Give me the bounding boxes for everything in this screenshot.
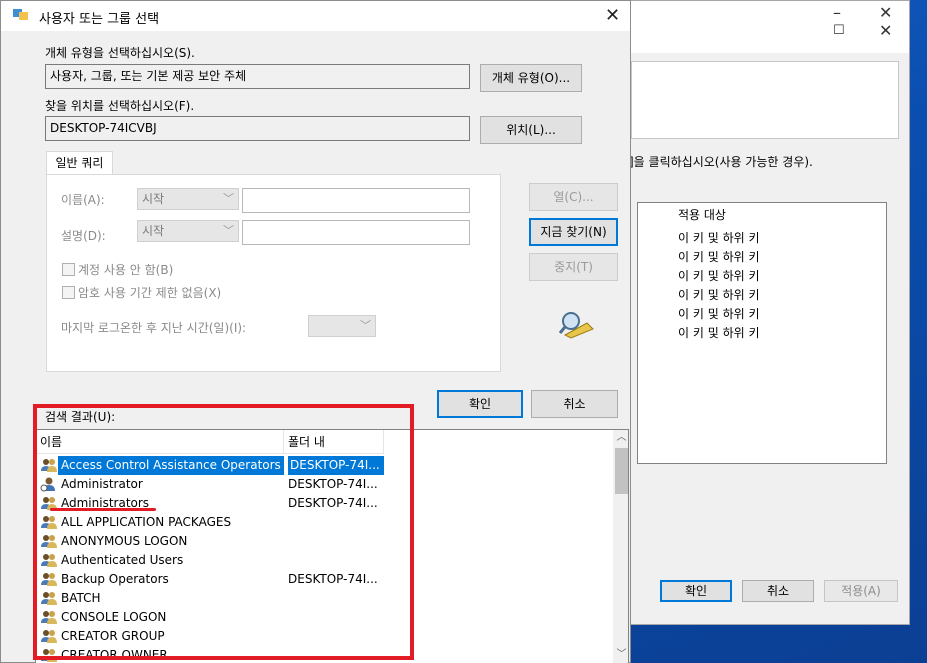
description-query-label: 설명(D): bbox=[61, 229, 106, 243]
background-window-titlebar bbox=[621, 1, 909, 53]
permission-entry-applies-to[interactable]: 이 키 및 하위 키 bbox=[678, 229, 760, 246]
search-results-label: 검색 결과(U): bbox=[45, 410, 116, 424]
find-now-button[interactable]: 지금 찾기(N) bbox=[529, 218, 618, 246]
name-operator-value: 시작 bbox=[142, 192, 165, 206]
scroll-up-icon[interactable]: ︿ bbox=[613, 430, 628, 446]
location-label: 찾을 위치를 선택하십시오(F). bbox=[45, 99, 195, 113]
close-icon[interactable]: ✕ bbox=[879, 5, 892, 21]
result-name: Access Control Assistance Operators bbox=[58, 456, 284, 475]
table-row[interactable]: ANONYMOUS LOGON bbox=[38, 532, 598, 551]
applies-to-column-header[interactable]: 적용 대상 bbox=[678, 206, 726, 223]
object-type-label: 개체 유형을 선택하십시오(S). bbox=[45, 46, 195, 60]
name-operator-dropdown[interactable]: 시작 ﹀ bbox=[137, 188, 239, 210]
group-icon bbox=[40, 533, 58, 549]
cancel-button[interactable]: 취소 bbox=[742, 580, 814, 602]
non-expiring-password-label: 암호 사용 기간 제한 없음(X) bbox=[78, 286, 222, 300]
result-name: Administrator bbox=[61, 477, 143, 491]
result-name: ANONYMOUS LOGON bbox=[61, 534, 188, 548]
permission-entry-applies-to[interactable]: 이 키 및 하위 키 bbox=[678, 324, 760, 341]
non-expiring-password-checkbox[interactable] bbox=[62, 286, 75, 299]
group-icon bbox=[40, 552, 58, 568]
advanced-hint-text: ]을 클릭하십시오(사용 가능한 경우). bbox=[629, 155, 813, 169]
close-icon[interactable]: ✕ bbox=[605, 5, 620, 26]
user-icon bbox=[40, 476, 58, 492]
result-folder: DESKTOP-74I... bbox=[288, 456, 384, 475]
object-type-field: 사용자, 그룹, 또는 기본 제공 보안 주체 bbox=[45, 64, 470, 89]
permission-entry-applies-to[interactable]: 이 키 및 하위 키 bbox=[678, 267, 760, 284]
group-icon bbox=[40, 647, 58, 663]
search-results-list[interactable]: 이름 폴더 내 Access Control Assistance Operat… bbox=[35, 429, 629, 663]
days-since-logon-label: 마지막 로그온한 후 지난 시간(일)(I): bbox=[61, 321, 247, 335]
table-row[interactable]: CONSOLE LOGON bbox=[38, 608, 598, 627]
permission-entry-applies-to[interactable]: 이 키 및 하위 키 bbox=[678, 286, 760, 303]
ok-button[interactable]: 확인 bbox=[660, 580, 732, 602]
table-row[interactable]: ALL APPLICATION PACKAGES bbox=[38, 513, 598, 532]
days-since-logon-dropdown[interactable]: ﹀ bbox=[308, 315, 376, 337]
group-icon bbox=[40, 628, 58, 644]
name-column-header[interactable]: 이름 bbox=[36, 430, 284, 454]
disabled-accounts-checkbox[interactable] bbox=[62, 263, 75, 276]
result-folder: DESKTOP-74I... bbox=[288, 477, 378, 491]
chevron-down-icon: ﹀ bbox=[360, 319, 371, 332]
scroll-down-icon[interactable]: ﹀ bbox=[613, 647, 628, 663]
object-types-button[interactable]: 개체 유형(O)... bbox=[480, 64, 582, 92]
folder-column-header[interactable]: 폴더 내 bbox=[284, 430, 384, 454]
result-name: CONSOLE LOGON bbox=[61, 610, 167, 624]
permission-entry-applies-to[interactable]: 이 키 및 하위 키 bbox=[678, 248, 760, 265]
table-row[interactable]: BATCH bbox=[38, 589, 598, 608]
permission-entry-applies-to[interactable]: 이 키 및 하위 키 bbox=[678, 305, 760, 322]
description-operator-value: 시작 bbox=[142, 224, 165, 238]
dialog-title: 사용자 또는 그룹 선택 bbox=[39, 12, 160, 27]
result-name: ALL APPLICATION PACKAGES bbox=[61, 515, 232, 529]
apply-button[interactable]: 적용(A) bbox=[824, 580, 898, 602]
table-row[interactable]: Authenticated Users bbox=[38, 551, 598, 570]
table-row[interactable]: Access Control Assistance Operators DESKT… bbox=[38, 456, 598, 475]
group-icon bbox=[40, 590, 58, 606]
background-permissions-window: – ☐ ✕ ✕ ]을 클릭하십시오(사용 가능한 경우). 적용 대상 이 키 … bbox=[620, 0, 910, 625]
tab-common-queries[interactable]: 일반 쿼리 bbox=[46, 151, 113, 175]
location-field: DESKTOP-74ICVBJ bbox=[45, 116, 470, 141]
result-name: CREATOR OWNER bbox=[61, 648, 168, 662]
chevron-down-icon: ﹀ bbox=[223, 192, 234, 205]
annotation-underline bbox=[50, 508, 156, 511]
stop-button[interactable]: 중지(T) bbox=[529, 253, 618, 281]
chevron-down-icon: ﹀ bbox=[223, 224, 234, 237]
columns-button[interactable]: 열(C)... bbox=[529, 183, 618, 211]
scrollbar-thumb[interactable] bbox=[615, 448, 628, 494]
name-query-label: 이름(A): bbox=[61, 193, 105, 207]
group-icon bbox=[40, 571, 58, 587]
search-flashlight-icon bbox=[558, 312, 594, 339]
table-row[interactable]: CREATOR GROUP bbox=[38, 627, 598, 646]
cancel-button[interactable]: 취소 bbox=[531, 390, 618, 418]
group-icon bbox=[40, 609, 58, 625]
name-query-input[interactable] bbox=[242, 188, 470, 213]
table-row[interactable]: CREATOR OWNER bbox=[38, 646, 598, 663]
result-name: Authenticated Users bbox=[61, 553, 184, 567]
result-name: CREATOR GROUP bbox=[61, 629, 165, 643]
locations-button[interactable]: 위치(L)... bbox=[480, 116, 582, 144]
group-icon bbox=[40, 514, 58, 530]
result-folder: DESKTOP-74I... bbox=[288, 496, 378, 510]
group-icon bbox=[40, 457, 58, 473]
ok-button[interactable]: 확인 bbox=[437, 390, 523, 418]
result-folder: DESKTOP-74I... bbox=[288, 572, 378, 586]
description-operator-dropdown[interactable]: 시작 ﹀ bbox=[137, 220, 239, 242]
users-app-icon bbox=[13, 9, 28, 20]
select-users-or-groups-dialog: 사용자 또는 그룹 선택 ✕ 개체 유형을 선택하십시오(S). 사용자, 그룹… bbox=[0, 0, 631, 663]
background-info-panel bbox=[631, 61, 899, 139]
results-scrollbar[interactable]: ︿ ﹀ bbox=[613, 430, 628, 663]
result-name: BATCH bbox=[61, 591, 101, 605]
close-icon[interactable]: ✕ bbox=[879, 23, 892, 39]
permission-entries-list[interactable]: 적용 대상 이 키 및 하위 키 이 키 및 하위 키 이 키 및 하위 키 이… bbox=[637, 202, 887, 464]
description-query-input[interactable] bbox=[242, 220, 470, 245]
table-row[interactable]: Backup Operators DESKTOP-74I... bbox=[38, 570, 598, 589]
result-name: Backup Operators bbox=[61, 572, 169, 586]
disabled-accounts-label: 계정 사용 안 함(B) bbox=[78, 263, 174, 277]
table-row[interactable]: Administrator DESKTOP-74I... bbox=[38, 475, 598, 494]
minimize-icon[interactable]: – bbox=[833, 5, 841, 21]
maximize-icon[interactable]: ☐ bbox=[833, 23, 845, 39]
